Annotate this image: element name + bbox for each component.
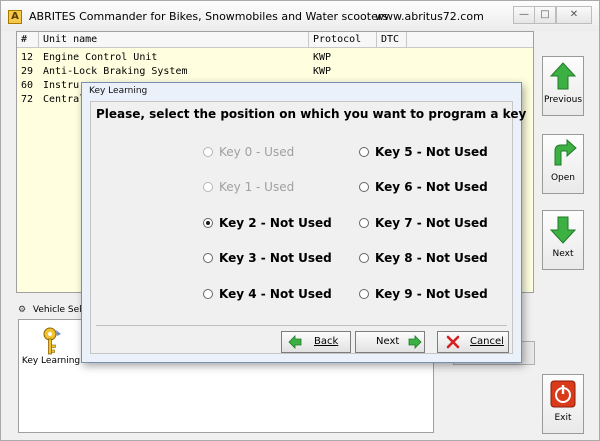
key-learning-function[interactable]: Key Learning xyxy=(22,324,80,368)
table-row[interactable]: 12 Engine Control Unit KWP xyxy=(17,51,533,64)
back-button-label: Back xyxy=(314,336,339,347)
radio-label: Key 3 - Not Used xyxy=(219,251,332,265)
radio-label: Key 0 - Used xyxy=(219,145,295,159)
row-number: 60 xyxy=(21,80,34,91)
radio-indicator xyxy=(203,289,213,299)
motorbike-icon: ⚙ xyxy=(18,305,27,315)
maximize-button[interactable]: □ xyxy=(534,6,556,24)
curved-arrow-icon xyxy=(554,139,577,166)
radio-key-7[interactable]: Key 7 - Not Used xyxy=(359,214,488,232)
open-button[interactable]: Open xyxy=(542,134,584,194)
next-button[interactable]: Next xyxy=(355,331,425,353)
row-protocol: KWP xyxy=(313,52,332,63)
row-protocol: KWP xyxy=(313,66,332,77)
radio-indicator xyxy=(203,218,213,228)
close-button[interactable]: ✕ xyxy=(556,6,592,24)
cancel-button-label: Cancel xyxy=(470,336,504,347)
row-number: 72 xyxy=(21,94,34,105)
row-unit-name: Central xyxy=(43,94,86,105)
next-side-label: Next xyxy=(552,249,574,259)
row-number: 29 xyxy=(21,66,34,77)
arrow-left-icon xyxy=(288,335,302,349)
arrow-up-icon xyxy=(549,62,577,90)
radio-label: Key 1 - Used xyxy=(219,180,295,194)
app-logo-icon: A xyxy=(8,10,22,24)
row-number: 12 xyxy=(21,52,34,63)
column-header-number[interactable]: # xyxy=(17,32,39,48)
column-header-unit-name[interactable]: Unit name xyxy=(39,32,309,48)
radio-key-4[interactable]: Key 4 - Not Used xyxy=(203,285,332,303)
row-unit-name: Engine Control Unit xyxy=(43,52,158,63)
key-icon xyxy=(43,327,61,355)
radio-indicator xyxy=(359,218,369,228)
radio-key-5[interactable]: Key 5 - Not Used xyxy=(359,143,488,161)
previous-button[interactable]: Previous xyxy=(542,56,584,116)
dialog-title: Key Learning xyxy=(89,86,148,96)
radio-label: Key 9 - Not Used xyxy=(375,287,488,301)
dialog-prompt: Please, select the position on which you… xyxy=(96,107,527,121)
radio-indicator xyxy=(359,182,369,192)
title-bar: A ABRITES Commander for Bikes, Snowmobil… xyxy=(1,1,599,31)
table-row[interactable]: 29 Anti-Lock Braking System KWP xyxy=(17,65,533,78)
radio-key-3[interactable]: Key 3 - Not Used xyxy=(203,249,332,267)
radio-key-9[interactable]: Key 9 - Not Used xyxy=(359,285,488,303)
radio-label: Key 6 - Not Used xyxy=(375,180,488,194)
cross-icon xyxy=(446,335,460,349)
exit-label: Exit xyxy=(554,413,572,423)
key-learning-dialog: Key Learning Please, select the position… xyxy=(81,82,526,363)
radio-indicator xyxy=(203,253,213,263)
radio-indicator xyxy=(359,289,369,299)
window-url: www.abritus72.com xyxy=(375,10,484,23)
next-side-button[interactable]: Next xyxy=(542,210,584,270)
column-header-dtc[interactable]: DTC xyxy=(377,32,407,48)
app-window: A ABRITES Commander for Bikes, Snowmobil… xyxy=(0,0,600,441)
dialog-separator xyxy=(96,325,507,326)
row-unit-name: Instru xyxy=(43,80,80,91)
radio-indicator xyxy=(203,182,213,192)
radio-key-8[interactable]: Key 8 - Not Used xyxy=(359,249,488,267)
row-unit-name: Anti-Lock Braking System xyxy=(43,66,188,77)
next-button-label: Next xyxy=(376,336,400,347)
radio-label: Key 2 - Not Used xyxy=(219,216,332,230)
radio-key-6[interactable]: Key 6 - Not Used xyxy=(359,178,488,196)
radio-key-2[interactable]: Key 2 - Not Used xyxy=(203,214,332,232)
arrow-right-icon xyxy=(408,335,422,349)
radio-indicator xyxy=(359,253,369,263)
previous-label: Previous xyxy=(543,95,583,105)
exit-button[interactable]: Exit xyxy=(542,374,584,434)
minimize-button[interactable]: — xyxy=(513,6,535,24)
window-title: ABRITES Commander for Bikes, Snowmobiles… xyxy=(29,10,389,23)
units-table-header: # Unit name Protocol DTC xyxy=(17,32,533,48)
radio-key-0[interactable]: Key 0 - Used xyxy=(203,143,294,161)
key-learning-label: Key Learning xyxy=(21,356,81,366)
radio-label: Key 7 - Not Used xyxy=(375,216,488,230)
back-button[interactable]: Back xyxy=(281,331,351,353)
open-label: Open xyxy=(550,173,576,183)
radio-label: Key 4 - Not Used xyxy=(219,287,332,301)
dialog-body: Please, select the position on which you… xyxy=(90,101,526,354)
radio-label: Key 8 - Not Used xyxy=(375,251,488,265)
radio-indicator xyxy=(359,147,369,157)
power-icon xyxy=(550,380,576,408)
arrow-down-icon xyxy=(549,216,577,244)
cancel-button[interactable]: Cancel xyxy=(437,331,509,353)
radio-key-1[interactable]: Key 1 - Used xyxy=(203,178,294,196)
radio-label: Key 5 - Not Used xyxy=(375,145,488,159)
radio-indicator xyxy=(203,147,213,157)
column-header-protocol[interactable]: Protocol xyxy=(309,32,377,48)
